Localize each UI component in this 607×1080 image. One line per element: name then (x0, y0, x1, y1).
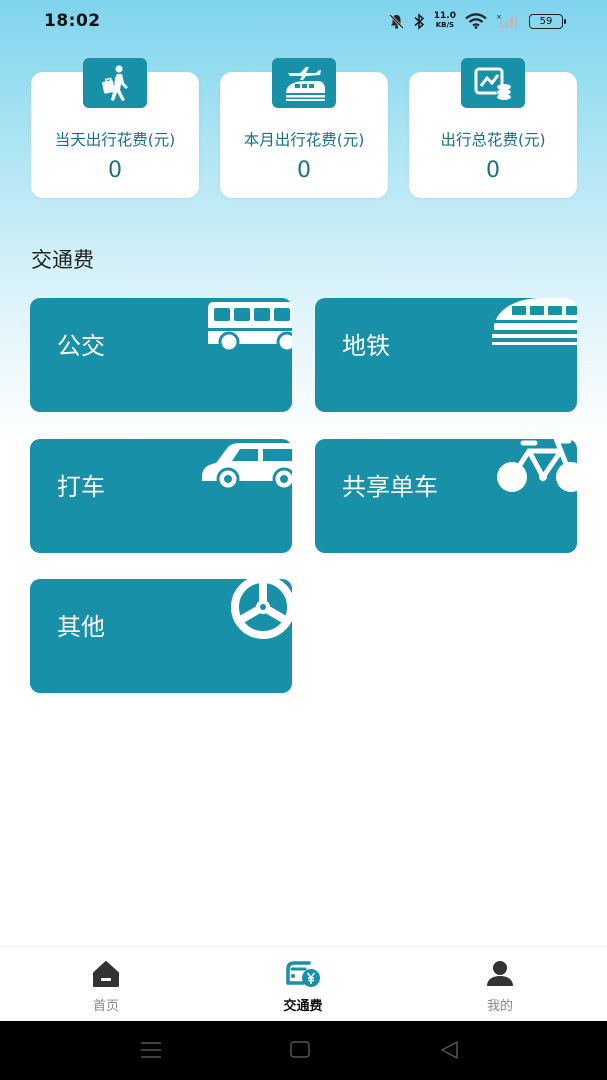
nav-label: 交通费 (283, 999, 323, 1014)
status-bar: 18:02 11.0 KB/S × 59 (0, 0, 607, 42)
subway-icon (492, 298, 577, 345)
taxi-icon (202, 443, 292, 491)
battery-level: 59 (539, 15, 553, 27)
category-taxi[interactable]: 打车 (30, 439, 292, 553)
svg-text:×: × (496, 13, 502, 21)
nav-item-traffic-fee[interactable]: 交通费 (263, 959, 343, 1014)
stat-label: 出行总花费(元) (440, 131, 546, 149)
stat-card-total: 出行总花费(元) 0 (409, 58, 577, 198)
back-icon[interactable] (439, 1039, 459, 1061)
stat-label: 本月出行花费(元) (243, 131, 365, 149)
stat-card-today: 当天出行花费(元) 0 (31, 58, 199, 198)
category-subway[interactable]: 地铁 (315, 298, 577, 412)
nav-item-home[interactable]: 首页 (66, 959, 146, 1014)
bicycle-icon (497, 439, 577, 492)
category-label: 打车 (57, 473, 105, 501)
network-speed-value: 11.0 (433, 11, 456, 21)
mute-bell-icon (388, 13, 404, 29)
status-time: 18:02 (44, 11, 101, 31)
home-button-icon[interactable] (290, 1039, 310, 1061)
network-speed: 11.0 KB/S (434, 12, 456, 30)
section-title: 交通费 (31, 248, 94, 272)
system-navigation-bar (0, 1021, 607, 1080)
wifi-icon (465, 13, 487, 29)
walking-traveler-icon (83, 58, 147, 108)
stat-label: 当天出行花费(元) (54, 131, 176, 149)
nav-label: 首页 (92, 999, 119, 1014)
user-icon (487, 961, 513, 986)
car-fee-icon (286, 961, 320, 987)
category-shared-bike[interactable]: 共享单车 (315, 439, 577, 553)
menu-icon[interactable] (140, 1039, 162, 1061)
bluetooth-icon (414, 12, 424, 30)
train-airplane-icon (272, 58, 336, 108)
category-other[interactable]: 其他 (30, 579, 292, 693)
category-label: 其他 (57, 613, 105, 641)
bottom-navigation: 首页 交通费 我的 (0, 946, 607, 1021)
nav-item-mine[interactable]: 我的 (460, 959, 540, 1014)
nav-label: 我的 (486, 999, 513, 1014)
home-icon (93, 961, 119, 987)
stat-card-month: 本月出行花费(元) 0 (220, 58, 388, 198)
stat-value: 0 (486, 158, 500, 183)
category-label: 共享单车 (342, 473, 438, 501)
network-speed-unit: KB/S (435, 21, 455, 29)
bus-icon (208, 302, 292, 353)
stat-value: 0 (108, 158, 122, 183)
stat-value: 0 (297, 158, 311, 183)
status-icons: 11.0 KB/S × 59 (388, 12, 566, 30)
signal-icon: × (496, 13, 518, 28)
chart-coins-icon (461, 58, 525, 108)
category-bus[interactable]: 公交 (30, 298, 292, 412)
category-label: 地铁 (342, 332, 390, 360)
battery-icon: 59 (529, 13, 566, 29)
steering-wheel-icon (231, 579, 292, 639)
category-label: 公交 (57, 332, 105, 360)
